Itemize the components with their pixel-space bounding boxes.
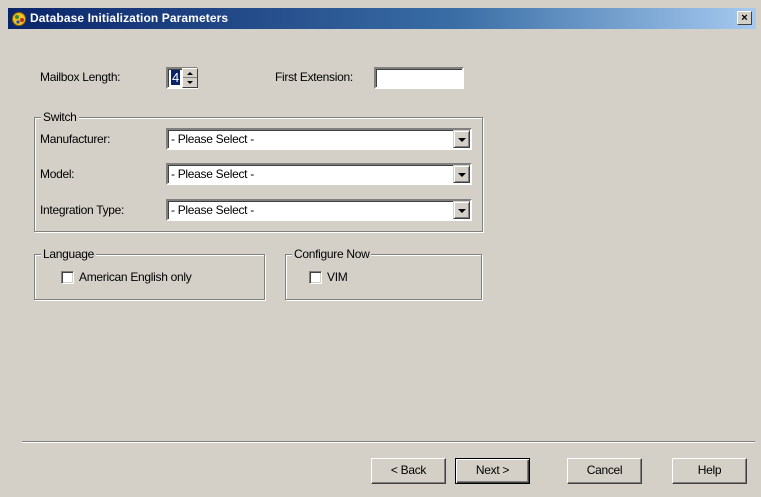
- configure-now-group-label: Configure Now: [292, 247, 372, 261]
- spin-down-button[interactable]: [183, 78, 197, 87]
- integration-type-dropdown-button[interactable]: [453, 201, 470, 219]
- next-button[interactable]: Next >: [455, 458, 530, 484]
- close-icon: ×: [741, 12, 748, 24]
- app-icon: [12, 12, 26, 26]
- vim-checkbox[interactable]: [309, 271, 322, 284]
- model-dropdown-button[interactable]: [453, 165, 470, 183]
- chevron-down-icon: [458, 138, 466, 142]
- american-english-checkbox[interactable]: [61, 271, 74, 284]
- title-bar[interactable]: Database Initialization Parameters ×: [8, 8, 756, 29]
- chevron-down-icon: [458, 209, 466, 213]
- manufacturer-select[interactable]: - Please Select -: [166, 128, 472, 150]
- mailbox-length-label: Mailbox Length:: [40, 70, 121, 84]
- vim-label[interactable]: VIM: [327, 270, 348, 284]
- manufacturer-label: Manufacturer:: [40, 132, 111, 146]
- mailbox-length-spinner[interactable]: [182, 68, 198, 88]
- separator-line: [22, 441, 755, 443]
- language-group-label: Language: [41, 247, 96, 261]
- model-select[interactable]: - Please Select -: [166, 163, 472, 185]
- manufacturer-dropdown-button[interactable]: [453, 130, 470, 148]
- first-extension-label: First Extension:: [275, 70, 353, 84]
- dialog-window: Database Initialization Parameters × Mai…: [0, 0, 761, 497]
- manufacturer-value: - Please Select -: [171, 132, 254, 146]
- mailbox-length-value: 4: [171, 70, 181, 85]
- close-button[interactable]: ×: [737, 11, 752, 25]
- first-extension-input[interactable]: [374, 67, 464, 89]
- cancel-button[interactable]: Cancel: [567, 458, 642, 484]
- back-button[interactable]: < Back: [371, 458, 446, 484]
- integration-type-select[interactable]: - Please Select -: [166, 199, 472, 221]
- american-english-label[interactable]: American English only: [79, 270, 192, 284]
- integration-type-label: Integration Type:: [40, 203, 125, 217]
- window-title: Database Initialization Parameters: [30, 11, 229, 25]
- chevron-down-icon: [458, 173, 466, 177]
- switch-group-label: Switch: [41, 110, 79, 124]
- help-button[interactable]: Help: [672, 458, 747, 484]
- model-label: Model:: [40, 167, 75, 181]
- arrow-down-icon: [187, 81, 193, 84]
- integration-type-value: - Please Select -: [171, 203, 254, 217]
- spin-up-button[interactable]: [183, 69, 197, 78]
- arrow-up-icon: [187, 72, 193, 75]
- model-value: - Please Select -: [171, 167, 254, 181]
